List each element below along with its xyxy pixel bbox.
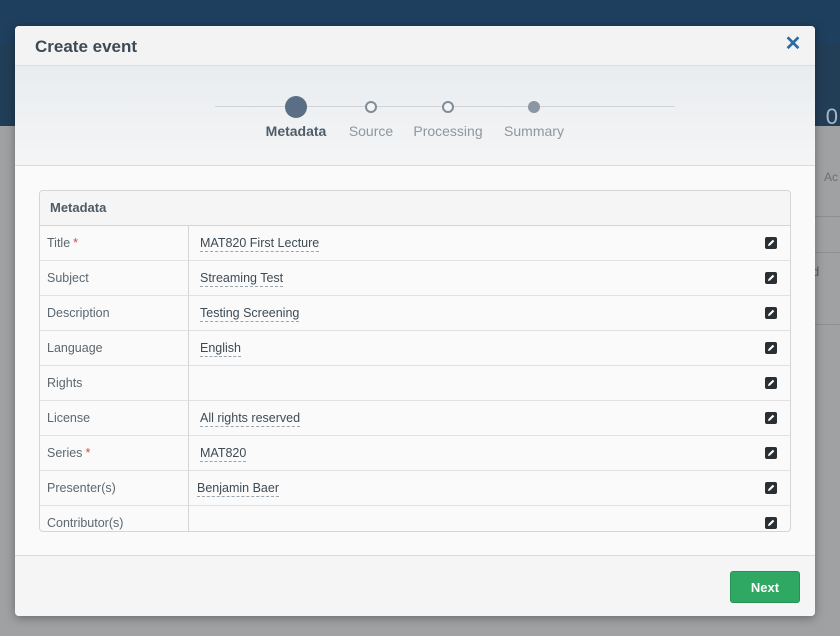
field-label: Presenter(s) bbox=[40, 471, 189, 505]
metadata-row-presenters: Presenter(s) Benjamin Baer bbox=[40, 471, 790, 506]
edit-icon[interactable] bbox=[765, 307, 777, 319]
edit-icon[interactable] bbox=[765, 377, 777, 389]
background-divider bbox=[815, 252, 840, 253]
modal-title: Create event bbox=[35, 37, 138, 56]
step-label: Processing bbox=[413, 123, 483, 139]
field-label: Rights bbox=[40, 366, 189, 400]
subject-field[interactable]: Streaming Test bbox=[200, 261, 284, 295]
series-field[interactable]: MAT820 bbox=[200, 436, 247, 470]
edit-icon[interactable] bbox=[765, 412, 777, 424]
next-button[interactable]: Next bbox=[730, 571, 800, 603]
presenters-field[interactable]: Benjamin Baer bbox=[197, 471, 279, 505]
step-indicator-icon bbox=[365, 101, 377, 113]
required-marker: * bbox=[85, 446, 91, 460]
edit-icon[interactable] bbox=[765, 447, 777, 459]
edit-icon[interactable] bbox=[765, 272, 777, 284]
edit-icon[interactable] bbox=[765, 342, 777, 354]
metadata-row-rights: Rights bbox=[40, 366, 790, 401]
background-column-text: Ac bbox=[824, 170, 839, 184]
edit-icon[interactable] bbox=[765, 237, 777, 249]
metadata-row-language: Language English bbox=[40, 331, 790, 366]
edit-icon[interactable] bbox=[765, 517, 777, 529]
field-label: Contributor(s) bbox=[40, 506, 189, 531]
close-icon[interactable]: ✕ bbox=[783, 34, 803, 54]
language-field[interactable]: English bbox=[200, 331, 241, 365]
step-summary[interactable]: Summary bbox=[489, 66, 579, 165]
metadata-panel: Metadata Title * MAT820 First Lecture Sub… bbox=[39, 190, 791, 532]
step-indicator-icon bbox=[528, 101, 540, 113]
metadata-row-subject: Subject Streaming Test bbox=[40, 261, 790, 296]
field-label: Title * bbox=[40, 226, 189, 260]
background-divider bbox=[815, 324, 840, 325]
step-processing[interactable]: Processing bbox=[403, 66, 493, 165]
step-indicator-icon bbox=[285, 96, 307, 118]
description-field[interactable]: Testing Screening bbox=[200, 296, 300, 330]
license-field[interactable]: All rights reserved bbox=[200, 401, 301, 435]
create-event-modal: Create event ✕ Metadata Source Processin… bbox=[15, 26, 815, 616]
modal-header: Create event ✕ bbox=[15, 26, 815, 66]
field-label: License bbox=[40, 401, 189, 435]
metadata-row-description: Description Testing Screening bbox=[40, 296, 790, 331]
field-label: Language bbox=[40, 331, 189, 365]
step-label: Summary bbox=[504, 123, 564, 139]
required-marker: * bbox=[73, 236, 79, 250]
metadata-row-title: Title * MAT820 First Lecture bbox=[40, 226, 790, 261]
wizard-steps: Metadata Source Processing Summary bbox=[15, 66, 815, 166]
metadata-row-series: Series * MAT820 bbox=[40, 436, 790, 471]
title-field[interactable]: MAT820 First Lecture bbox=[200, 226, 320, 260]
field-label: Description bbox=[40, 296, 189, 330]
field-label: Series * bbox=[40, 436, 189, 470]
edit-icon[interactable] bbox=[765, 482, 777, 494]
background-divider bbox=[815, 216, 840, 217]
metadata-row-license: License All rights reserved bbox=[40, 401, 790, 436]
step-indicator-icon bbox=[442, 101, 454, 113]
field-label: Subject bbox=[40, 261, 189, 295]
metadata-panel-heading: Metadata bbox=[40, 191, 790, 226]
metadata-row-contributors: Contributor(s) bbox=[40, 506, 790, 531]
modal-footer: Next bbox=[15, 555, 815, 616]
